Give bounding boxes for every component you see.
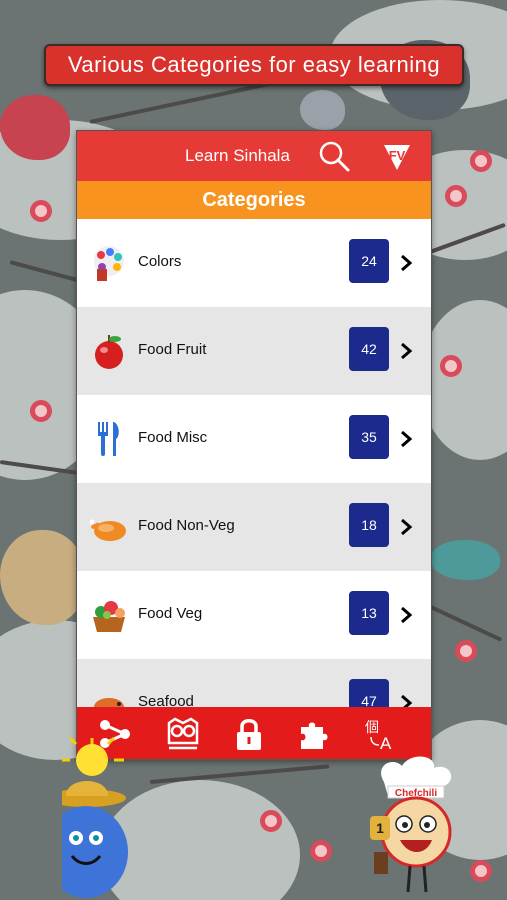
apple-icon (95, 335, 123, 369)
category-row-food-non-veg[interactable]: Food Non-Veg 18 (77, 483, 431, 571)
chevron-right-icon (401, 342, 413, 360)
tab-translate[interactable]: 個 A (363, 717, 399, 753)
category-label: Colors (138, 253, 182, 270)
category-row-food-fruit[interactable]: Food Fruit 42 (77, 307, 431, 395)
search-icon (319, 141, 350, 172)
chevron-right-icon (401, 694, 413, 707)
category-row-food-veg[interactable]: Food Veg 13 (77, 571, 431, 659)
owl-icon (167, 717, 199, 750)
seafood-icon (94, 698, 124, 707)
word-count-badge: 47 (349, 679, 389, 707)
app-screen: Learn Sinhala FV Categories Colors 24 Fo… (76, 130, 432, 760)
tab-owl[interactable] (165, 717, 201, 751)
fv-logo-icon: FV (384, 145, 410, 170)
trophy-number: 1 (376, 820, 384, 836)
chevron-right-icon (401, 606, 413, 624)
sun-mascot (62, 736, 128, 898)
word-count-badge: 18 (349, 503, 389, 547)
app-bar: Learn Sinhala FV (77, 131, 431, 181)
svg-text:A: A (380, 734, 392, 751)
category-label: Food Misc (138, 429, 208, 446)
word-count-badge: 42 (349, 327, 389, 371)
app-title: Learn Sinhala (185, 146, 290, 165)
translate-icon: 個 A (365, 720, 392, 753)
category-label: Food Fruit (138, 341, 207, 358)
lock-icon (237, 719, 261, 750)
chef-mascot: Chefchili 1 (370, 756, 452, 893)
category-label: Food Veg (138, 605, 203, 622)
svg-text:FV: FV (389, 148, 406, 163)
word-count-badge: 24 (349, 239, 389, 283)
word-count-badge: 13 (349, 591, 389, 635)
svg-text:個: 個 (365, 720, 379, 736)
vegetable-basket-icon (93, 601, 125, 632)
chevron-right-icon (401, 518, 413, 536)
palette-icon (94, 246, 124, 281)
search-button[interactable] (317, 139, 351, 173)
puzzle-icon (301, 722, 328, 749)
category-label: Seafood (138, 693, 194, 707)
chevron-right-icon (401, 254, 413, 272)
word-count-badge: 35 (349, 415, 389, 459)
roast-chicken-icon (89, 519, 126, 541)
category-list: Colors 24 Food Fruit 42 Food Misc 35 Foo… (77, 219, 431, 707)
app-logo-button[interactable]: FV (380, 139, 414, 173)
chevron-right-icon (401, 430, 413, 448)
categories-header: Categories (77, 181, 431, 219)
fork-knife-icon (98, 422, 119, 456)
category-row-food-misc[interactable]: Food Misc 35 (77, 395, 431, 483)
tab-lock[interactable] (231, 717, 267, 751)
category-row-colors[interactable]: Colors 24 (77, 219, 431, 307)
tab-puzzle[interactable] (297, 717, 333, 751)
category-label: Food Non-Veg (138, 517, 235, 534)
category-row-seafood[interactable]: Seafood 47 (77, 659, 431, 707)
promo-banner: Various Categories for easy learning (44, 44, 464, 86)
